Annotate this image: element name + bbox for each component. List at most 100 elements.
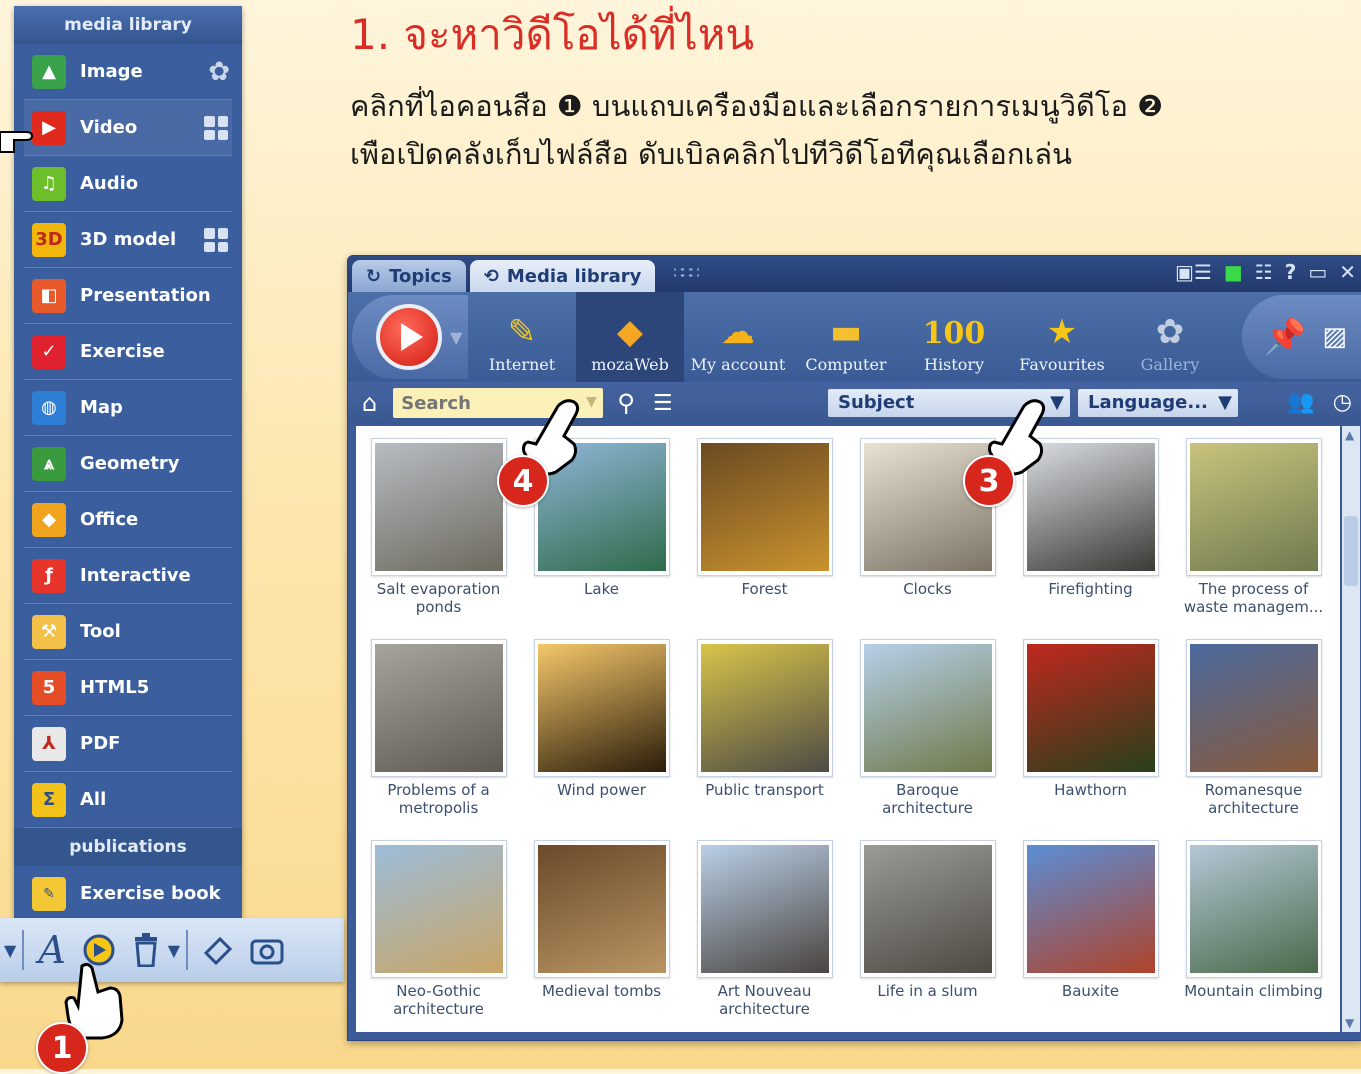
media-thumbnail[interactable]: Salt evaporation ponds (370, 438, 507, 639)
help-icon[interactable]: ? (1285, 260, 1297, 284)
pointing-hand-icon (0, 131, 34, 153)
sigma-icon: Σ (32, 782, 66, 817)
menu-item-map[interactable]: ◍ Map (24, 380, 232, 436)
tab-topics[interactable]: ↻ Topics (352, 260, 466, 292)
flash-icon: ƒ (32, 558, 66, 593)
instruction-line1-b: บนแถบเครืองมือและเลือกรายการเมนูวิดีโอ (592, 89, 1128, 123)
details-list-icon[interactable]: ☷ (1255, 260, 1273, 284)
tool-internet[interactable]: ✎ Internet (468, 292, 576, 382)
trash-icon[interactable] (132, 933, 160, 967)
tool-favourites[interactable]: ★ Favourites (1008, 292, 1116, 382)
chevron-down-icon[interactable]: ▼ (4, 941, 16, 960)
media-thumbnail[interactable]: Art Nouveau architecture (696, 840, 833, 1040)
tab-media-library[interactable]: ⟲ Media library (469, 260, 656, 292)
media-thumbnail[interactable]: Medieval tombs (533, 840, 670, 1040)
media-thumbnail[interactable]: Neo-Gothic architecture (370, 840, 507, 1040)
grid-view-icon[interactable] (204, 228, 228, 252)
media-thumbnail[interactable]: Life in a slum (859, 840, 996, 1040)
tool-label: Internet (488, 355, 556, 374)
view-list-icon[interactable]: ▣☰ (1175, 260, 1212, 284)
menu-item-all[interactable]: Σ All (24, 772, 232, 828)
vertical-scrollbar[interactable]: ▲ ▼ (1342, 426, 1360, 1032)
page-title: 1. จะหาวิดีโอได้ที่ไหน (350, 10, 755, 59)
language-select[interactable]: Language... ▼ (1078, 389, 1238, 417)
history-100-icon: 100 (922, 316, 986, 351)
menu-item-label: Image (80, 61, 143, 82)
thumbnail-image (700, 443, 829, 571)
tab-bar: ↻ Topics ⟲ Media library ∷∷∷ ▣☰ ■ ☷ ? ▭ … (348, 256, 1361, 292)
grid-view-icon[interactable] (204, 116, 228, 140)
chevron-down-icon[interactable]: ▼ (168, 941, 180, 960)
exercise-check-icon: ✓ (32, 334, 66, 369)
media-library-header: media library (14, 6, 242, 44)
media-thumbnail[interactable]: Baroque architecture (859, 639, 996, 840)
thumbnail-frame (533, 639, 670, 777)
green-square-icon[interactable]: ■ (1224, 260, 1243, 284)
thumbnail-frame (859, 639, 996, 777)
menu-item-presentation[interactable]: ◧ Presentation (24, 268, 232, 324)
media-thumbnail[interactable]: Forest (696, 438, 833, 639)
media-thumbnail[interactable]: Hawthorn (1022, 639, 1159, 840)
thumbnail-label: The process of waste managem... (1183, 580, 1324, 616)
menu-item-exercise[interactable]: ✓ Exercise (24, 324, 232, 380)
menu-item-html5[interactable]: 5 HTML5 (24, 660, 232, 716)
tool-my-account[interactable]: ☁ My account (684, 292, 792, 382)
tab-grip-icon[interactable]: ∷∷∷ (673, 263, 700, 282)
chevron-down-icon[interactable]: ▼ (450, 328, 462, 347)
thumbnail-frame (370, 438, 507, 576)
media-thumbnail[interactable]: The process of waste managem... (1184, 438, 1323, 639)
tool-label: mozaWeb (591, 355, 669, 374)
media-thumbnail[interactable]: Wind power (533, 639, 670, 840)
instruction-text: คลิกที่ไอคอนสือ ❶ บนแถบเครืองมือและเลือก… (350, 82, 1350, 178)
restore-window-icon[interactable]: ▭ (1308, 260, 1327, 284)
scroll-thumb[interactable] (1344, 516, 1358, 586)
play-icon[interactable] (376, 304, 442, 370)
language-label: Language... (1088, 392, 1208, 413)
media-thumbnail[interactable]: Romanesque architecture (1185, 639, 1322, 840)
list-view-icon[interactable]: ☰ (653, 391, 673, 416)
tool-computer[interactable]: ▬ Computer (792, 292, 900, 382)
menu-item-audio[interactable]: ♫ Audio (24, 156, 232, 212)
menu-item-geometry[interactable]: ⩓ Geometry (24, 436, 232, 492)
menu-item-label: PDF (80, 733, 121, 754)
tool-gallery[interactable]: ✿ Gallery (1116, 292, 1224, 382)
image-view-icon[interactable]: ▨ (1322, 322, 1347, 352)
eraser-icon[interactable] (202, 935, 234, 965)
office-diamond-icon: ◆ (32, 502, 66, 537)
chevron-down-icon: ▼ (1218, 392, 1232, 413)
menu-item-interactive[interactable]: ƒ Interactive (24, 548, 232, 604)
home-icon[interactable]: ⌂ (362, 389, 377, 417)
close-icon[interactable]: ✕ (1339, 260, 1356, 284)
tool-history[interactable]: 100 History (900, 292, 1008, 382)
menu-item-image[interactable]: ▲ Image ✿ (24, 44, 232, 100)
tool-label: Computer (805, 355, 887, 374)
menu-item-label: Geometry (80, 453, 180, 474)
gallery-flower-icon[interactable]: ✿ (208, 57, 230, 87)
menu-item-3d-model[interactable]: 3D 3D model (24, 212, 232, 268)
menu-item-office[interactable]: ◆ Office (24, 492, 232, 548)
media-thumbnail[interactable]: Mountain climbing (1184, 840, 1323, 1040)
thumbnail-label: Lake (584, 580, 619, 598)
menu-item-tool[interactable]: ⚒ Tool (24, 604, 232, 660)
html5-icon: 5 (32, 670, 66, 705)
menu-item-exercise-book[interactable]: ✎ Exercise book (24, 866, 232, 922)
scroll-down-icon[interactable]: ▼ (1345, 1016, 1354, 1030)
scroll-up-icon[interactable]: ▲ (1345, 428, 1354, 442)
clock-filter-icon[interactable]: ◷ (1333, 390, 1352, 415)
tool-mozaweb[interactable]: ◆ mozaWeb (576, 292, 684, 382)
thumbnail-image (1026, 845, 1155, 973)
media-thumbnail[interactable]: Problems of a metropolis (370, 639, 507, 840)
pin-icon[interactable]: 📌 (1264, 317, 1306, 357)
toolbar-divider (22, 930, 25, 970)
thumbnail-image (374, 644, 503, 772)
media-thumbnail[interactable]: Bauxite (1022, 840, 1159, 1040)
users-icon[interactable]: 👥 (1287, 390, 1314, 415)
tab-media-library-label: Media library (506, 265, 642, 287)
camera-icon[interactable] (250, 935, 284, 965)
media-thumbnail[interactable]: Public transport (696, 639, 833, 840)
thumbnail-frame (1022, 639, 1159, 777)
menu-item-video[interactable]: ▶ Video (24, 100, 232, 156)
thumbnail-frame (696, 438, 833, 576)
menu-item-pdf[interactable]: ⅄ PDF (24, 716, 232, 772)
search-icon[interactable]: ⚲ (617, 389, 635, 417)
